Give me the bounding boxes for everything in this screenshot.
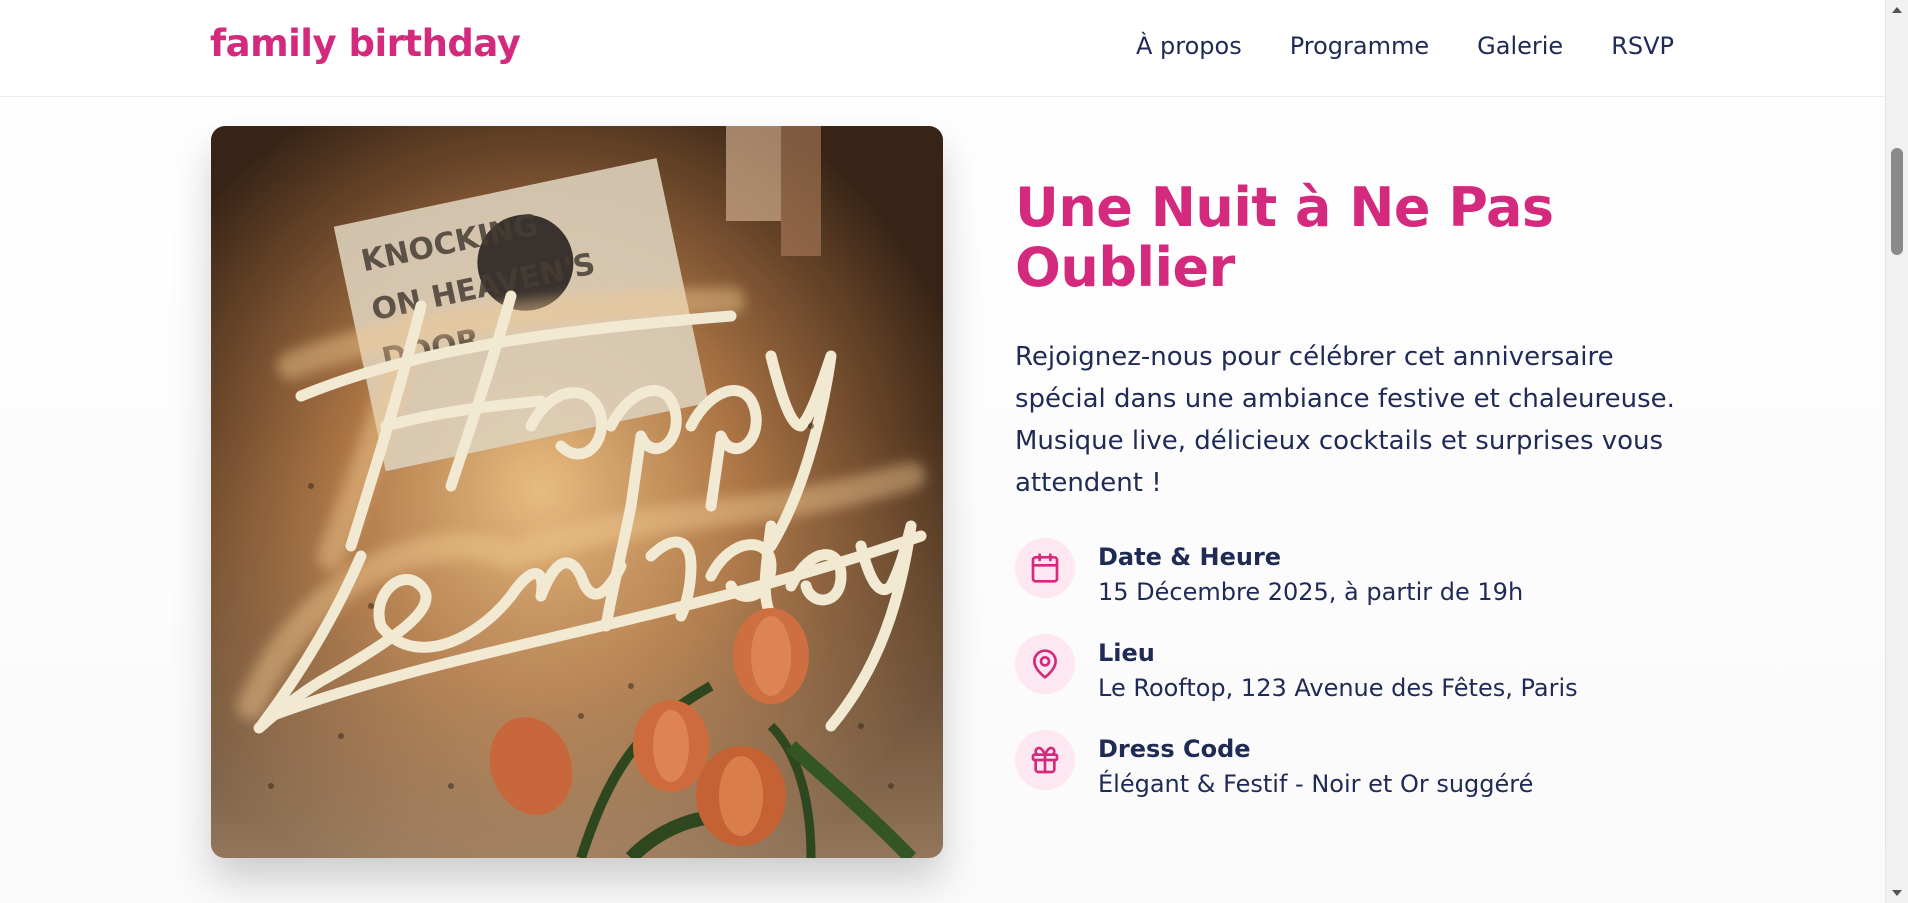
detail-date: Date & Heure 15 Décembre 2025, à partir … xyxy=(1015,538,1675,610)
hero-image: KNOCKING ON HEAVEN'S DOOR xyxy=(211,126,943,858)
detail-location: Lieu Le Rooftop, 123 Avenue des Fêtes, P… xyxy=(1015,634,1675,706)
event-description: Rejoignez-nous pour célébrer cet anniver… xyxy=(1015,342,1675,498)
location-pin-icon xyxy=(1015,634,1075,694)
brand-logo[interactable]: family birthday xyxy=(210,22,521,65)
scroll-up-arrow-icon[interactable] xyxy=(1892,7,1902,13)
gift-icon xyxy=(1015,730,1075,790)
vertical-scrollbar[interactable] xyxy=(1885,0,1908,903)
event-details: Date & Heure 15 Décembre 2025, à partir … xyxy=(1015,538,1675,802)
detail-label: Dress Code xyxy=(1098,735,1251,763)
nav-link-rsvp[interactable]: RSVP xyxy=(1611,32,1674,60)
site-header: family birthday À propos Programme Galer… xyxy=(0,0,1885,97)
page: family birthday À propos Programme Galer… xyxy=(0,0,1885,903)
neon-birthday-photo: KNOCKING ON HEAVEN'S DOOR xyxy=(211,126,943,858)
nav-link-galerie[interactable]: Galerie xyxy=(1477,32,1563,60)
detail-value: Élégant & Festif - Noir et Or suggéré xyxy=(1098,770,1534,798)
event-intro: Une Nuit à Ne Pas Oublier Rejoignez-nous… xyxy=(1015,178,1675,826)
nav-link-a-propos[interactable]: À propos xyxy=(1136,32,1242,60)
calendar-icon xyxy=(1015,538,1075,598)
main-nav: À propos Programme Galerie RSVP xyxy=(1136,32,1674,60)
detail-dress-code: Dress Code Élégant & Festif - Noir et Or… xyxy=(1015,730,1675,802)
scroll-down-arrow-icon[interactable] xyxy=(1892,890,1902,896)
scrollbar-thumb[interactable] xyxy=(1891,148,1903,255)
detail-value: 15 Décembre 2025, à partir de 19h xyxy=(1098,578,1524,606)
nav-link-programme[interactable]: Programme xyxy=(1290,32,1429,60)
detail-label: Lieu xyxy=(1098,639,1155,667)
detail-value: Le Rooftop, 123 Avenue des Fêtes, Paris xyxy=(1098,674,1578,702)
event-title: Une Nuit à Ne Pas Oublier xyxy=(1015,176,1554,299)
detail-label: Date & Heure xyxy=(1098,543,1282,571)
